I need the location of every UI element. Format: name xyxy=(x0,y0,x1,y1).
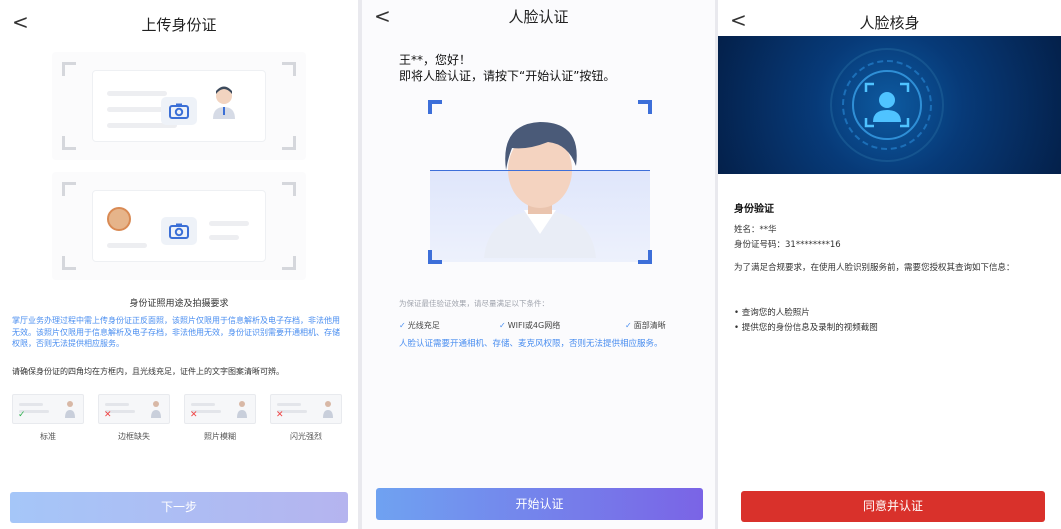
nav-bar: < 人脸认证 xyxy=(362,0,715,44)
camera-icon[interactable] xyxy=(161,217,197,245)
check-icon: ✓ xyxy=(18,410,26,420)
page-title: 人脸认证 xyxy=(508,8,569,26)
id-back-placeholder xyxy=(92,190,266,262)
name-field: 姓名：**华 xyxy=(734,225,777,235)
consent-item: • 提供您的身份信息及录制的视频截图 xyxy=(734,323,878,333)
section-title: 身份验证 xyxy=(734,204,774,215)
sample-blurry: ✕ 照片模糊 xyxy=(184,394,256,442)
condition-item: ✓ 面部清晰 xyxy=(625,321,666,330)
usage-notice: 掌厅业务办理过程中需上传身份证正反面照，该照片仅限用于信息解析及电子存档，非法他… xyxy=(12,316,340,348)
photo-requirement: 请确保身份证的四角均在方框内，且光线充足，证件上的文字图案清晰可辨。 xyxy=(12,367,284,376)
check-icon: ✓ xyxy=(625,321,632,330)
sample-missing-border: ✕ 边框缺失 xyxy=(98,394,170,442)
condition-item: ✓ WIFI或4G网络 xyxy=(499,321,561,330)
face-illustration xyxy=(484,122,596,258)
sample-strong-flash: ✕ 闪光强烈 xyxy=(270,394,342,442)
id-front-placeholder xyxy=(92,70,266,142)
greeting-name: 王**，您好！ xyxy=(399,53,472,67)
face-verify-screen: < 人脸核身 身份验证 姓名：**华 身份证号码：31********16 为了… xyxy=(718,0,1061,529)
check-icon: ✓ xyxy=(499,321,506,330)
upload-id-screen: < 上传身份证 身份证照用途及拍摄要求 掌厅业务办理过程中需上传身份证正反面照，… xyxy=(0,0,358,529)
next-step-button[interactable]: 下一步 xyxy=(10,492,348,523)
face-scan-banner xyxy=(718,36,1061,174)
section-title: 身份证照用途及拍摄要求 xyxy=(129,299,229,309)
page-title: 人脸核身 xyxy=(859,14,920,32)
agree-and-verify-button[interactable]: 同意并认证 xyxy=(741,491,1045,522)
cross-icon: ✕ xyxy=(104,410,112,420)
sample-label: 边框缺失 xyxy=(118,432,150,441)
scan-line xyxy=(430,170,650,171)
consent-item: • 查询您的人脸照片 xyxy=(734,308,810,318)
nav-bar: < 上传身份证 xyxy=(0,0,358,44)
condition-item: ✓ 光线充足 xyxy=(399,321,440,330)
page-title: 上传身份证 xyxy=(141,16,217,34)
cross-icon: ✕ xyxy=(190,410,198,420)
sample-label: 照片模糊 xyxy=(204,432,236,441)
consent-text: 为了满足合规要求，在使用人脸识别服务前，需要您授权其查询如下信息： xyxy=(734,263,1015,273)
id-number-field: 身份证号码：31********16 xyxy=(734,240,841,250)
id-back-upload-area[interactable] xyxy=(52,172,306,280)
condition-note: 为保证最佳验证效果，请尽量满足以下条件： xyxy=(399,299,549,308)
permission-note: 人脸认证需要开通相机、存储、麦克风权限，否则无法提供相应服务。 xyxy=(399,339,663,349)
face-id-icon xyxy=(864,82,910,128)
sample-label: 标准 xyxy=(40,432,56,441)
camera-icon[interactable] xyxy=(161,97,197,125)
sample-photo-list: ✓ 标准 ✕ 边框缺失 ✕ 照片模糊 ✕ 闪光强烈 xyxy=(12,394,346,444)
greeting: 王**，您好！ 即将人脸认证，请按下“开始认证”按钮。 xyxy=(399,52,615,84)
check-icon: ✓ xyxy=(399,321,406,330)
portrait-icon xyxy=(211,85,237,119)
sample-standard: ✓ 标准 xyxy=(12,394,84,442)
face-capture-frame xyxy=(428,100,652,264)
face-auth-screen: < 人脸认证 王**，您好！ 即将人脸认证，请按下“开始认证”按钮。 为保证最佳… xyxy=(362,0,715,529)
sample-label: 闪光强烈 xyxy=(290,432,322,441)
greeting-instruction: 即将人脸认证，请按下“开始认证”按钮。 xyxy=(399,69,616,83)
cross-icon: ✕ xyxy=(276,410,284,420)
national-emblem-icon xyxy=(107,207,131,231)
start-auth-button[interactable]: 开始认证 xyxy=(376,488,703,520)
id-front-upload-area[interactable] xyxy=(52,52,306,160)
